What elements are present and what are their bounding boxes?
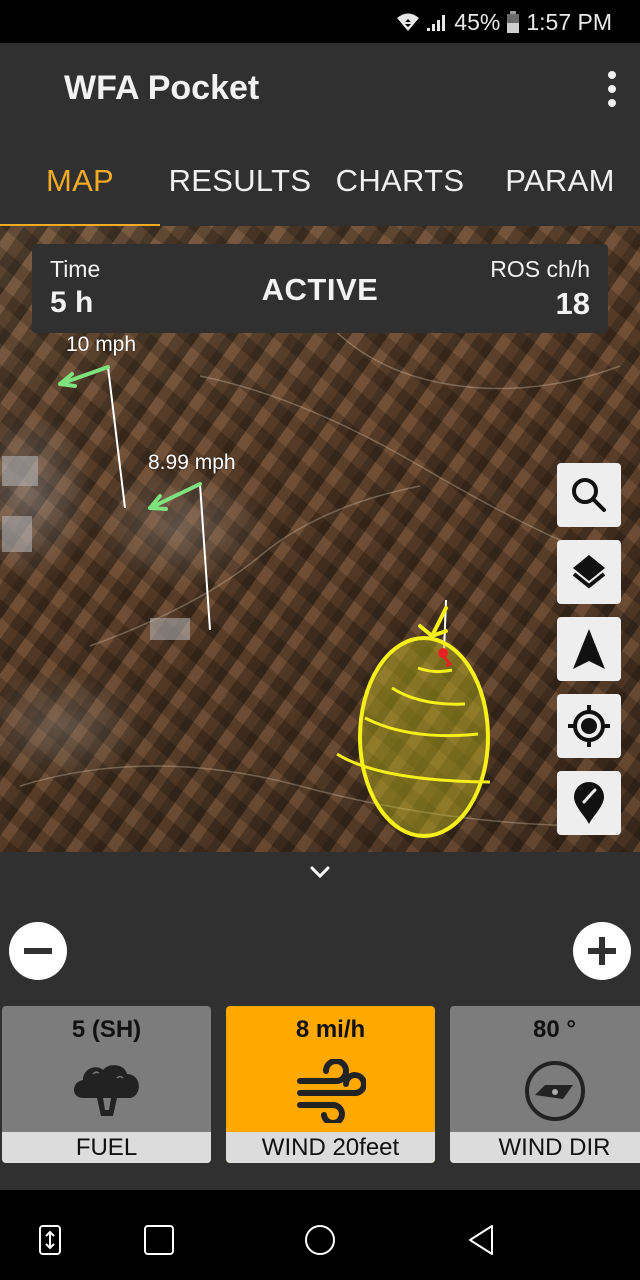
navigation-button[interactable] bbox=[557, 617, 621, 681]
terrain-ridges bbox=[19, 325, 621, 827]
battery-percent: 45% bbox=[454, 8, 501, 35]
clock: 1:57 PM bbox=[526, 8, 612, 35]
fuel-card[interactable]: 5 (SH) FUEL bbox=[2, 1006, 211, 1163]
app-bar: WFA Pocket MAP RESULTS CHARTS PARAM bbox=[0, 43, 640, 228]
system-nav-bar bbox=[0, 1190, 640, 1280]
wind-speed-value: 8 mi/h bbox=[295, 1016, 366, 1043]
chevron-down-icon bbox=[310, 866, 330, 879]
edit-location-icon bbox=[574, 782, 604, 824]
wind-direction-label: WIND DIR bbox=[450, 1132, 640, 1163]
plus-icon bbox=[588, 937, 616, 965]
minus-icon bbox=[24, 948, 52, 954]
wind-speed-label-1: 10 mph bbox=[66, 333, 137, 356]
decrease-button[interactable] bbox=[9, 922, 67, 980]
signal-icon bbox=[426, 12, 448, 32]
status-bar: 45% 1:57 PM bbox=[0, 0, 640, 43]
home-icon bbox=[305, 1225, 335, 1255]
urban-area bbox=[2, 456, 190, 640]
parameter-cards: 5 (SH) FUEL 8 mi/h WIND 20feet 80 ° WIND… bbox=[0, 1006, 640, 1164]
search-icon bbox=[572, 478, 606, 512]
compass-icon bbox=[524, 1061, 585, 1121]
wind-vector-1 bbox=[58, 365, 126, 509]
map-toolbar bbox=[557, 463, 621, 848]
more-vert-icon[interactable] bbox=[600, 69, 624, 109]
wind-direction-value: 80 ° bbox=[533, 1016, 576, 1043]
my-location-button[interactable] bbox=[557, 694, 621, 758]
navigation-arrow-icon bbox=[573, 629, 605, 669]
fuel-value: 5 (SH) bbox=[71, 1016, 142, 1043]
search-button[interactable] bbox=[557, 463, 621, 527]
layers-icon bbox=[572, 555, 606, 589]
battery-icon bbox=[506, 11, 520, 33]
ros-label: ROS ch/h bbox=[490, 256, 590, 282]
app-title: WFA Pocket bbox=[64, 69, 260, 107]
dual-window-button[interactable] bbox=[38, 1222, 62, 1258]
layers-button[interactable] bbox=[557, 540, 621, 604]
recent-apps-icon bbox=[144, 1225, 174, 1255]
ros-value: 18 bbox=[555, 286, 590, 321]
wind-speed-label-2: 8.99 mph bbox=[148, 451, 236, 474]
tab-param[interactable]: PARAM bbox=[480, 155, 640, 226]
wind-icon bbox=[296, 1059, 366, 1123]
tab-charts[interactable]: CHARTS bbox=[320, 155, 480, 226]
fuel-label: FUEL bbox=[2, 1132, 211, 1163]
status-icons: 45% 1:57 PM bbox=[396, 6, 612, 38]
tab-results[interactable]: RESULTS bbox=[160, 155, 320, 226]
back-button[interactable] bbox=[466, 1222, 496, 1258]
parameter-panel: 5 (SH) FUEL 8 mi/h WIND 20feet 80 ° WIND… bbox=[0, 852, 640, 1190]
fire-info-panel: Time 5 h ACTIVE ROS ch/h 18 bbox=[32, 244, 608, 333]
wind-direction-card[interactable]: 80 ° WIND DIR bbox=[450, 1006, 640, 1163]
satellite-map[interactable]: 10 mph 8.99 mph Time 5 h ACTIVE ROS ch/h… bbox=[0, 226, 640, 852]
increase-button[interactable] bbox=[573, 922, 631, 980]
tab-map[interactable]: MAP bbox=[0, 155, 160, 228]
tab-bar: MAP RESULTS CHARTS PARAM bbox=[0, 155, 640, 228]
my-location-icon bbox=[568, 705, 610, 747]
wind-speed-label: WIND 20feet bbox=[226, 1132, 435, 1163]
dual-window-icon bbox=[39, 1225, 61, 1255]
home-button[interactable] bbox=[304, 1222, 336, 1258]
collapse-button[interactable] bbox=[306, 862, 334, 882]
wind-speed-card[interactable]: 8 mi/h WIND 20feet bbox=[226, 1006, 435, 1163]
edit-location-button[interactable] bbox=[557, 771, 621, 835]
back-icon bbox=[469, 1225, 493, 1255]
fire-perimeter bbox=[336, 636, 491, 838]
wifi-icon bbox=[396, 12, 420, 32]
tree-icon bbox=[73, 1065, 139, 1116]
recent-apps-button[interactable] bbox=[143, 1222, 175, 1258]
